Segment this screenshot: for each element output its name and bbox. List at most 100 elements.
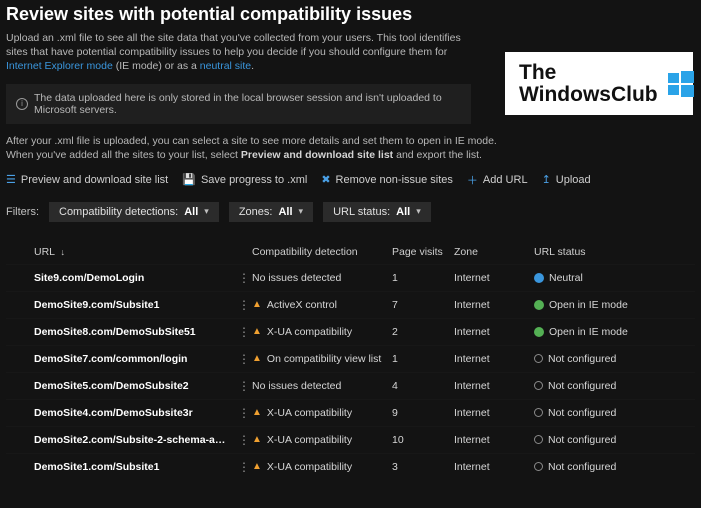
- upload-label: Upload: [556, 174, 591, 186]
- cell-detection: ▲X-UA compatibility: [248, 453, 388, 480]
- cell-visits: 1: [388, 345, 450, 372]
- cell-status: Open in IE mode: [530, 318, 695, 345]
- filter-zones-label: Zones:: [239, 206, 273, 218]
- cell-visits: 9: [388, 399, 450, 426]
- watermark-line2: WindowsClub: [519, 84, 658, 106]
- plus-icon: ＋: [467, 172, 478, 188]
- table-row[interactable]: DemoSite5.com/DemoSubsite2⋮ No issues det…: [6, 372, 695, 399]
- intro-post: .: [251, 60, 254, 72]
- table-row[interactable]: DemoSite4.com/DemoSubsite3r⋮▲X-UA compat…: [6, 399, 695, 426]
- remove-nonissue-button[interactable]: ✖ Remove non-issue sites: [321, 173, 453, 186]
- filters-label: Filters:: [6, 206, 39, 218]
- list-icon: ☰: [6, 173, 16, 186]
- cell-zone: Internet: [450, 264, 530, 291]
- row-menu-button[interactable]: ⋮: [234, 453, 248, 480]
- table-row[interactable]: DemoSite9.com/Subsite1⋮▲ActiveX control7…: [6, 291, 695, 318]
- warning-icon: ▲: [252, 434, 262, 445]
- status-text: Not configured: [548, 380, 616, 392]
- col-url[interactable]: URL ↓: [6, 240, 234, 265]
- cell-detection: ▲On compatibility view list: [248, 345, 388, 372]
- link-ie-mode[interactable]: Internet Explorer mode: [6, 60, 113, 72]
- row-menu-button[interactable]: ⋮: [234, 372, 248, 399]
- upload-button[interactable]: ↥ Upload: [542, 173, 591, 186]
- status-text: Not configured: [548, 353, 616, 365]
- status-dot-unconfigured-icon: [534, 354, 543, 363]
- table-row[interactable]: DemoSite1.com/Subsite1⋮▲X-UA compatibili…: [6, 453, 695, 480]
- cell-detection: ▲ ActiveX control: [248, 291, 388, 318]
- remove-icon: ✖: [321, 173, 330, 186]
- cell-url: DemoSite5.com/DemoSubsite2: [6, 372, 234, 399]
- col-detection[interactable]: Compatibility detection: [248, 240, 388, 265]
- row-menu-button[interactable]: ⋮: [234, 399, 248, 426]
- detection-text: No issues detected: [252, 272, 341, 284]
- col-visits[interactable]: Page visits: [388, 240, 450, 265]
- preview-download-button[interactable]: ☰ Preview and download site list: [6, 173, 168, 186]
- filters-bar: Filters: Compatibility detections: All ▾…: [6, 202, 695, 222]
- cell-detection: ▲X-UA compatibility: [248, 399, 388, 426]
- cell-visits: 4: [388, 372, 450, 399]
- status-text: Not configured: [548, 407, 616, 419]
- cell-url: DemoSite1.com/Subsite1: [6, 453, 234, 480]
- warning-icon: ▲: [252, 299, 262, 310]
- col-zone[interactable]: Zone: [450, 240, 530, 265]
- warning-icon: ▲: [252, 326, 262, 337]
- status-dot-unconfigured-icon: [534, 408, 543, 417]
- filter-url-label: URL status:: [333, 206, 390, 218]
- info-icon: i: [16, 98, 28, 110]
- cell-url: Site9.com/DemoLogin: [6, 264, 234, 291]
- link-neutral-site[interactable]: neutral site: [200, 60, 251, 72]
- cell-status: Not configured: [530, 372, 695, 399]
- cell-status: Neutral: [530, 264, 695, 291]
- sort-down-icon: ↓: [61, 247, 66, 257]
- row-menu-button[interactable]: ⋮: [234, 291, 248, 318]
- cell-visits: 3: [388, 453, 450, 480]
- watermark-thewindowsclub: The WindowsClub: [505, 52, 693, 115]
- filter-zones[interactable]: Zones: All ▾: [229, 202, 313, 222]
- status-dot-unconfigured-icon: [534, 435, 543, 444]
- detection-text: X-UA compatibility: [267, 407, 352, 419]
- detection-text: ActiveX control: [267, 299, 337, 311]
- cell-visits: 10: [388, 426, 450, 453]
- cell-visits: 7: [388, 291, 450, 318]
- cell-status: Open in IE mode: [530, 291, 695, 318]
- filter-url-status[interactable]: URL status: All ▾: [323, 202, 431, 222]
- save-label: Save progress to .xml: [201, 174, 307, 186]
- status-text: Not configured: [548, 461, 616, 473]
- save-icon: 💾: [182, 173, 196, 186]
- detection-text: No issues detected: [252, 380, 341, 392]
- cell-url: DemoSite4.com/DemoSubsite3r: [6, 399, 234, 426]
- cell-zone: Internet: [450, 345, 530, 372]
- row-menu-button[interactable]: ⋮: [234, 318, 248, 345]
- table-row[interactable]: DemoSite2.com/Subsite-2-schema-and-enter…: [6, 426, 695, 453]
- table-row[interactable]: Site9.com/DemoLogin⋮No issues detected1I…: [6, 264, 695, 291]
- row-menu-button[interactable]: ⋮: [234, 264, 248, 291]
- cell-detection: No issues detected: [248, 372, 388, 399]
- add-url-button[interactable]: ＋ Add URL: [467, 172, 528, 188]
- save-progress-button[interactable]: 💾 Save progress to .xml: [182, 173, 307, 186]
- col-url-label: URL: [34, 246, 55, 258]
- row-menu-button[interactable]: ⋮: [234, 426, 248, 453]
- after-upload-text: After your .xml file is uploaded, you ca…: [6, 134, 516, 162]
- row-menu-button[interactable]: ⋮: [234, 345, 248, 372]
- cell-zone: Internet: [450, 372, 530, 399]
- filter-zones-value: All: [278, 206, 292, 218]
- sites-table: URL ↓ Compatibility detection Page visit…: [6, 240, 695, 480]
- col-status[interactable]: URL status: [530, 240, 695, 265]
- windows-logo-icon: [668, 71, 694, 97]
- table-row[interactable]: DemoSite8.com/DemoSubSite51⋮▲X-UA compat…: [6, 318, 695, 345]
- status-dot-iemode-icon: [534, 327, 544, 337]
- filter-compat-value: All: [184, 206, 198, 218]
- detection-text: X-UA compatibility: [267, 461, 352, 473]
- cell-detection: ▲X-UA compatibility: [248, 426, 388, 453]
- warning-icon: ▲: [252, 353, 262, 364]
- after-bold: Preview and download site list: [241, 149, 393, 161]
- filter-compat[interactable]: Compatibility detections: All ▾: [49, 202, 219, 222]
- cell-status: Not configured: [530, 453, 695, 480]
- table-header-row: URL ↓ Compatibility detection Page visit…: [6, 240, 695, 265]
- status-dot-unconfigured-icon: [534, 462, 543, 471]
- cell-url: DemoSite7.com/common/login: [6, 345, 234, 372]
- status-text: Open in IE mode: [549, 299, 628, 311]
- cell-zone: Internet: [450, 453, 530, 480]
- table-row[interactable]: DemoSite7.com/common/login⋮▲On compatibi…: [6, 345, 695, 372]
- cell-zone: Internet: [450, 291, 530, 318]
